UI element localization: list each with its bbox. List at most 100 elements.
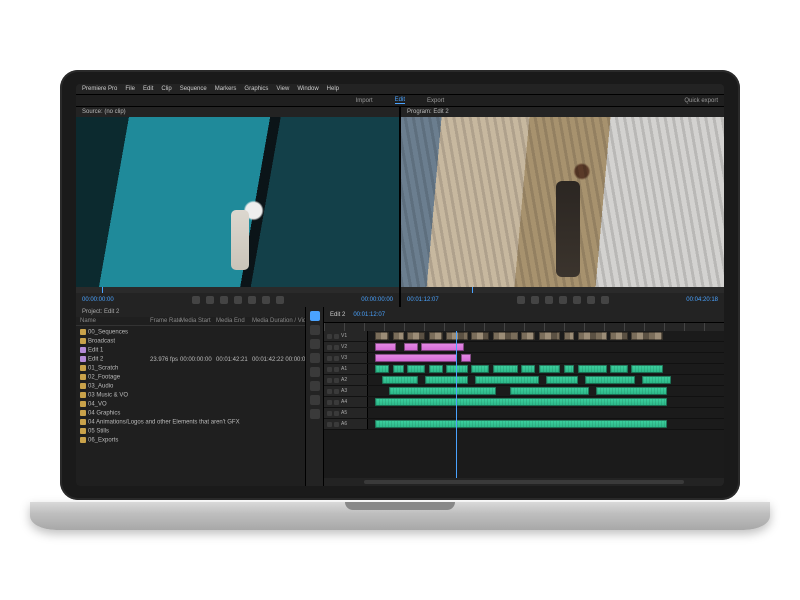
audio-clip[interactable] <box>631 365 663 373</box>
sequence-tab[interactable]: Edit 2 <box>330 312 345 318</box>
track-header-A3[interactable]: A3 <box>324 386 368 396</box>
menu-graphics[interactable]: Graphics <box>244 86 268 92</box>
track-lock-icon[interactable] <box>334 367 339 372</box>
bin-item[interactable]: Edit 1 <box>76 346 305 355</box>
tool-type[interactable] <box>310 409 320 419</box>
mark-out-icon[interactable] <box>601 296 609 304</box>
track-header-A1[interactable]: A1 <box>324 364 368 374</box>
track-toggle-icon[interactable] <box>327 356 332 361</box>
workspace-export[interactable]: Export <box>427 98 444 104</box>
track-lock-icon[interactable] <box>334 422 339 427</box>
tool-hand[interactable] <box>310 395 320 405</box>
track-header-V3[interactable]: V3 <box>324 353 368 363</box>
track-lock-icon[interactable] <box>334 400 339 405</box>
timeline-scrollbar[interactable] <box>324 478 724 486</box>
track-header-A5[interactable]: A5 <box>324 408 368 418</box>
audio-clip[interactable] <box>375 420 667 428</box>
audio-clip[interactable] <box>510 387 588 395</box>
tool-selection[interactable] <box>310 311 320 321</box>
video-clip[interactable] <box>539 332 560 340</box>
track-header-V1[interactable]: V1 <box>324 331 368 341</box>
track-header-A6[interactable]: A6 <box>324 419 368 429</box>
audio-clip[interactable] <box>475 376 539 384</box>
audio-clip[interactable] <box>546 376 578 384</box>
track-toggle-icon[interactable] <box>327 378 332 383</box>
track-toggle-icon[interactable] <box>327 389 332 394</box>
tool-pen[interactable] <box>310 381 320 391</box>
audio-clip[interactable] <box>389 387 496 395</box>
project-tab[interactable]: Project: Edit 2 <box>82 309 119 315</box>
menu-edit[interactable]: Edit <box>143 86 153 92</box>
bin-item[interactable]: 02_Footage <box>76 373 305 382</box>
track-lock-icon[interactable] <box>334 356 339 361</box>
track-toggle-icon[interactable] <box>327 345 332 350</box>
program-tab[interactable]: Program: Edit 2 <box>407 109 449 115</box>
video-clip[interactable] <box>461 354 472 362</box>
audio-clip[interactable] <box>393 365 404 373</box>
bin-item[interactable]: 03 Music & VO <box>76 391 305 400</box>
track-header-A4[interactable]: A4 <box>324 397 368 407</box>
tool-ripple[interactable] <box>310 339 320 349</box>
video-clip[interactable] <box>471 332 489 340</box>
audio-clip[interactable] <box>429 365 443 373</box>
step-fwd-icon[interactable] <box>248 296 256 304</box>
menu-window[interactable]: Window <box>297 86 318 92</box>
audio-clip[interactable] <box>539 365 560 373</box>
mark-in-icon[interactable] <box>192 296 200 304</box>
audio-clip[interactable] <box>564 365 575 373</box>
audio-clip[interactable] <box>610 365 628 373</box>
audio-clip[interactable] <box>585 376 635 384</box>
audio-clip[interactable] <box>471 365 489 373</box>
go-to-out-icon[interactable] <box>262 296 270 304</box>
bin-item[interactable]: 04 Animations/Logos and other Elements t… <box>76 418 305 427</box>
video-clip[interactable] <box>404 343 418 351</box>
track-lock-icon[interactable] <box>334 411 339 416</box>
video-clip[interactable] <box>375 343 396 351</box>
source-tab[interactable]: Source: (no clip) <box>82 109 126 115</box>
video-clip[interactable] <box>375 354 457 362</box>
audio-clip[interactable] <box>642 376 670 384</box>
bin-item[interactable]: 01_Scratch <box>76 364 305 373</box>
video-clip[interactable] <box>578 332 606 340</box>
track-header-A2[interactable]: A2 <box>324 375 368 385</box>
audio-clip[interactable] <box>375 365 389 373</box>
menu-help[interactable]: Help <box>327 86 339 92</box>
video-clip[interactable] <box>393 332 404 340</box>
step-back-icon[interactable] <box>545 296 553 304</box>
step-back-icon[interactable] <box>220 296 228 304</box>
track-lock-icon[interactable] <box>334 345 339 350</box>
audio-clip[interactable] <box>596 387 667 395</box>
menu-view[interactable]: View <box>276 86 289 92</box>
tool-razor[interactable] <box>310 353 320 363</box>
menu-file[interactable]: File <box>125 86 135 92</box>
go-to-out-icon[interactable] <box>587 296 595 304</box>
track-lock-icon[interactable] <box>334 378 339 383</box>
track-lock-icon[interactable] <box>334 334 339 339</box>
playhead[interactable] <box>456 331 457 478</box>
bin-item[interactable]: 04 Graphics <box>76 409 305 418</box>
workspace-import[interactable]: Import <box>356 98 373 104</box>
video-clip[interactable] <box>610 332 628 340</box>
tracks-area[interactable]: V1 V2 V3 A1 A2 <box>324 331 724 478</box>
mark-in-icon[interactable] <box>517 296 525 304</box>
bin-item[interactable]: Broadcast <box>76 337 305 346</box>
video-clip[interactable] <box>421 343 464 351</box>
audio-clip[interactable] <box>382 376 418 384</box>
bin-list[interactable]: 00_Sequences Broadcast Edit 1 Edit 2 23.… <box>76 326 305 486</box>
video-clip[interactable] <box>407 332 425 340</box>
tool-track-select[interactable] <box>310 325 320 335</box>
time-ruler[interactable] <box>324 323 724 331</box>
audio-clip[interactable] <box>375 398 667 406</box>
go-to-in-icon[interactable] <box>531 296 539 304</box>
step-fwd-icon[interactable] <box>573 296 581 304</box>
video-clip[interactable] <box>564 332 575 340</box>
workspace-edit[interactable]: Edit <box>395 97 405 104</box>
bin-item[interactable]: 04_VO <box>76 400 305 409</box>
bin-item[interactable]: Edit 2 23.976 fps00:00:00:0000:01:42:210… <box>76 355 305 364</box>
bin-item[interactable]: 06_Exports <box>76 436 305 445</box>
menu-sequence[interactable]: Sequence <box>180 86 207 92</box>
menu-markers[interactable]: Markers <box>215 86 237 92</box>
video-clip[interactable] <box>429 332 443 340</box>
track-header-V2[interactable]: V2 <box>324 342 368 352</box>
quick-export-button[interactable]: Quick export <box>684 98 718 104</box>
